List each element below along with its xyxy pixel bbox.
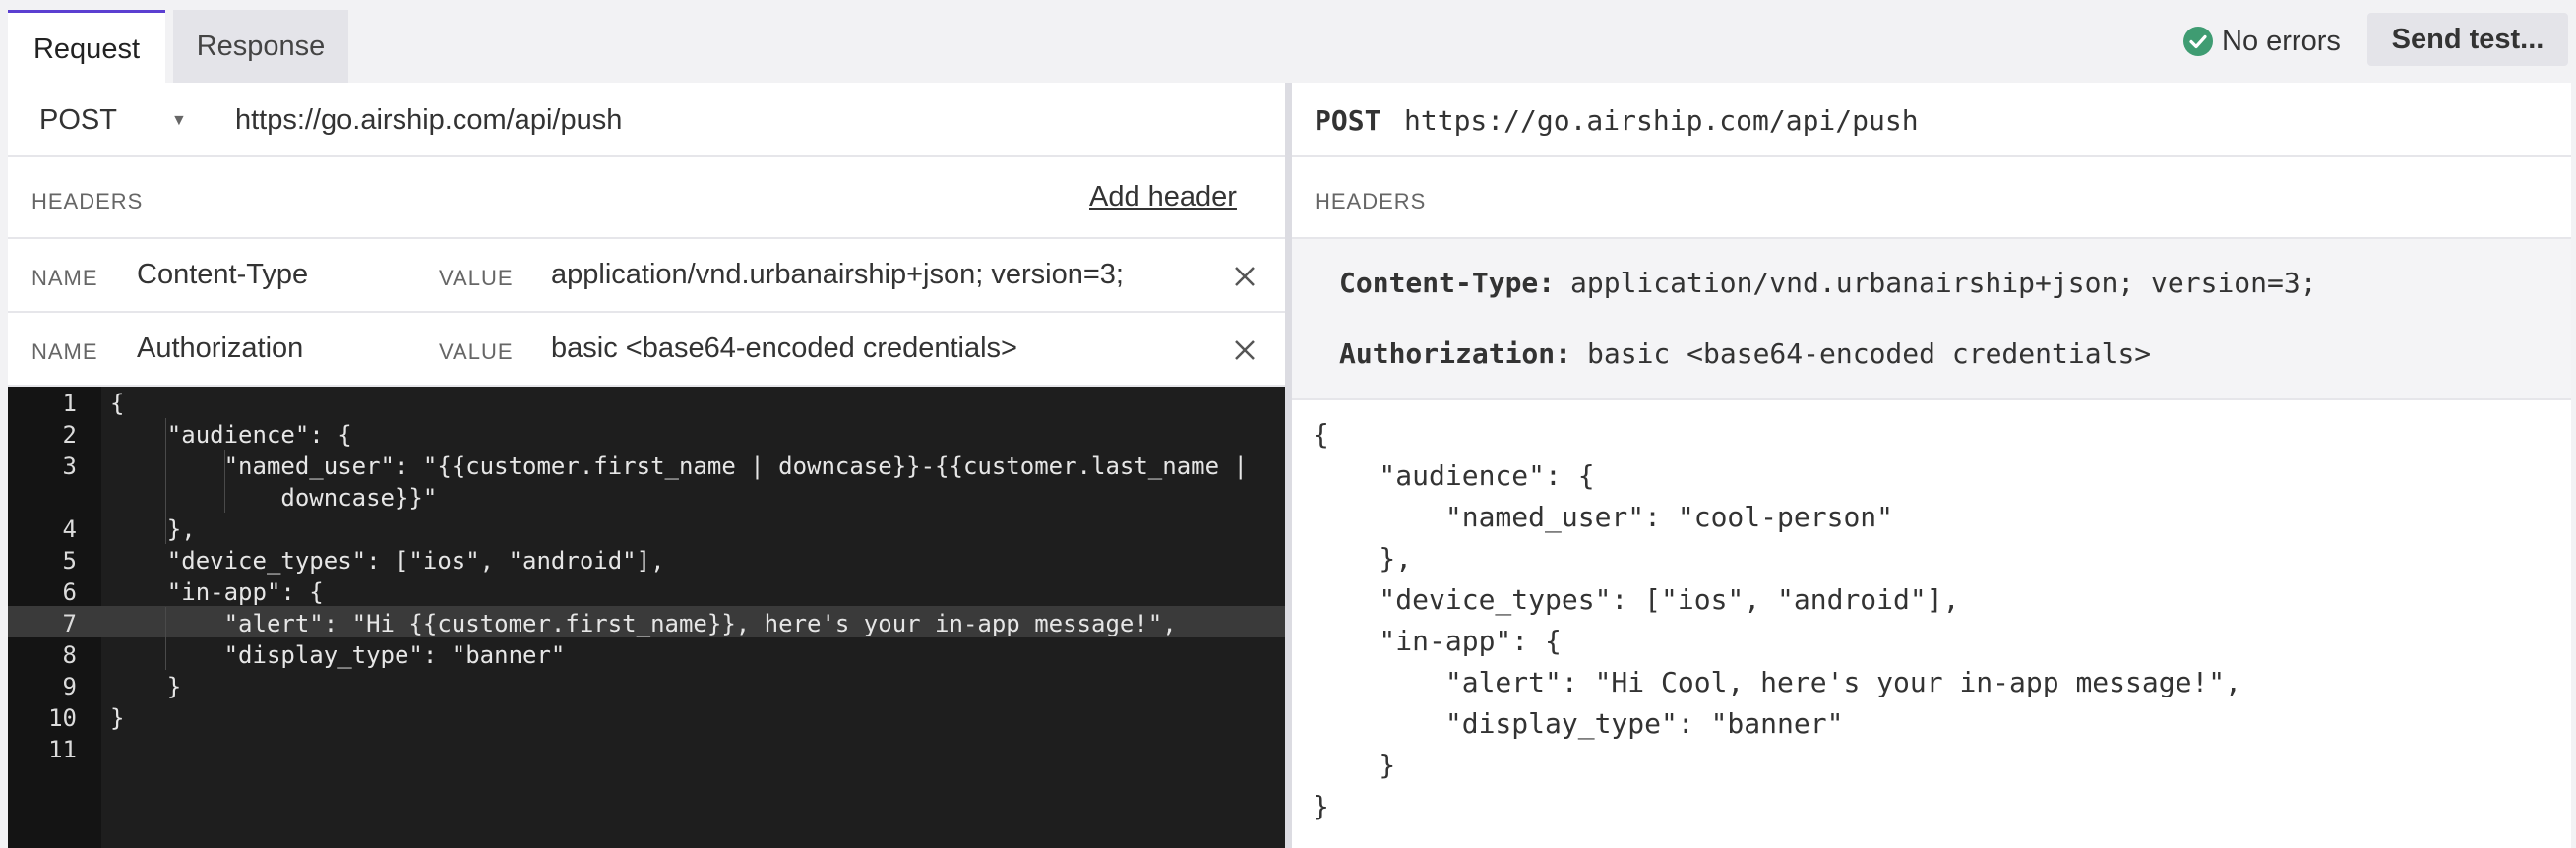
name-label: NAME	[31, 266, 98, 290]
code-line: }	[110, 704, 125, 732]
add-header-link[interactable]: Add header	[1089, 181, 1237, 213]
line-number: 6	[62, 578, 77, 606]
tab-request[interactable]: Request	[8, 10, 165, 83]
header-value-input[interactable]: application/vnd.urbanairship+json; versi…	[551, 259, 1124, 291]
preview-method: POST	[1315, 104, 1381, 137]
preview-panel: POST https://go.airship.com/api/push HEA…	[1292, 83, 2571, 848]
preview-headers: Content-Type: application/vnd.urbanairsh…	[1292, 239, 2571, 400]
tab-response[interactable]: Response	[173, 10, 348, 83]
line-number: 7	[62, 610, 77, 637]
header-name-input[interactable]: Content-Type	[137, 259, 308, 291]
headers-bar: HEADERS Add header	[8, 157, 1285, 239]
header-row: NAME Content-Type VALUE application/vnd.…	[8, 239, 1285, 313]
pane-divider[interactable]	[1285, 83, 1292, 848]
line-number: 8	[62, 641, 77, 669]
preview-body-line: "alert": "Hi Cool, here's your in-app me…	[1313, 666, 2242, 698]
code-line: "audience": {	[110, 421, 352, 449]
value-label: VALUE	[439, 339, 514, 364]
header-name-input[interactable]: Authorization	[137, 333, 303, 365]
chevron-down-icon[interactable]: ▼	[171, 112, 187, 130]
line-number: 1	[62, 390, 77, 417]
preview-body-line: }	[1313, 790, 1329, 822]
close-icon[interactable]	[1233, 338, 1257, 362]
preview-header-value: application/vnd.urbanairship+json; versi…	[1570, 267, 2317, 299]
preview-request-line: POST https://go.airship.com/api/push	[1292, 83, 2571, 157]
preview-body-line: "display_type": "banner"	[1313, 707, 1844, 740]
line-number: 10	[48, 704, 77, 732]
code-line: "named_user": "{{customer.first_name | d…	[110, 453, 1248, 480]
code-line: }	[110, 673, 182, 700]
preview-body-line: },	[1313, 542, 1413, 575]
header-value-input[interactable]: basic <base64-encoded credentials>	[551, 333, 1017, 365]
line-number: 9	[62, 673, 77, 700]
preview-body-line: "audience": {	[1313, 459, 1595, 492]
preview-url: https://go.airship.com/api/push	[1404, 104, 1919, 137]
code-editor[interactable]: 1 2 3 4 5 6 7 8 9 10 11 { "audience": { …	[8, 387, 1285, 848]
status-text: No errors	[2222, 25, 2341, 57]
method-select[interactable]: POST	[39, 104, 117, 137]
value-label: VALUE	[439, 266, 514, 290]
line-number: 5	[62, 547, 77, 575]
request-panel: POST ▼ https://go.airship.com/api/push H…	[8, 83, 1285, 848]
preview-header-name: Content-Type:	[1339, 267, 1556, 299]
line-number: 2	[62, 421, 77, 449]
code-line: "alert": "Hi {{customer.first_name}}, he…	[110, 610, 1177, 637]
top-bar: Request Response No errors Send test...	[0, 0, 2576, 83]
check-circle-icon	[2183, 27, 2213, 56]
header-row: NAME Authorization VALUE basic <base64-e…	[8, 313, 1285, 387]
code-line: {	[110, 390, 125, 417]
close-icon[interactable]	[1233, 265, 1257, 288]
line-number: 4	[62, 515, 77, 543]
preview-body-line: "in-app": {	[1313, 625, 1562, 657]
line-number: 11	[48, 736, 77, 763]
url-input[interactable]: https://go.airship.com/api/push	[235, 104, 622, 137]
preview-body-line: }	[1313, 749, 1396, 781]
code-line: "display_type": "banner"	[110, 641, 566, 669]
preview-header-value: basic <base64-encoded credentials>	[1587, 337, 2152, 370]
code-line: "device_types": ["ios", "android"],	[110, 547, 665, 575]
headers-label: HEADERS	[31, 189, 144, 213]
line-number: 3	[62, 453, 77, 480]
status-indicator: No errors	[2182, 22, 2341, 61]
name-label: NAME	[31, 339, 98, 364]
send-test-button[interactable]: Send test...	[2367, 13, 2568, 66]
preview-body-line: "named_user": "cool-person"	[1313, 501, 1894, 533]
code-line: downcase}}"	[110, 484, 438, 512]
preview-body-line: "device_types": ["ios", "android"],	[1313, 583, 1960, 616]
preview-body-line: {	[1313, 418, 1329, 451]
code-line: "in-app": {	[110, 578, 324, 606]
code-line: },	[110, 515, 196, 543]
preview-header-name: Authorization:	[1339, 337, 1572, 370]
headers-label: HEADERS	[1315, 189, 1427, 213]
preview-headers-bar: HEADERS	[1292, 157, 2571, 239]
request-line: POST ▼ https://go.airship.com/api/push	[8, 83, 1285, 157]
